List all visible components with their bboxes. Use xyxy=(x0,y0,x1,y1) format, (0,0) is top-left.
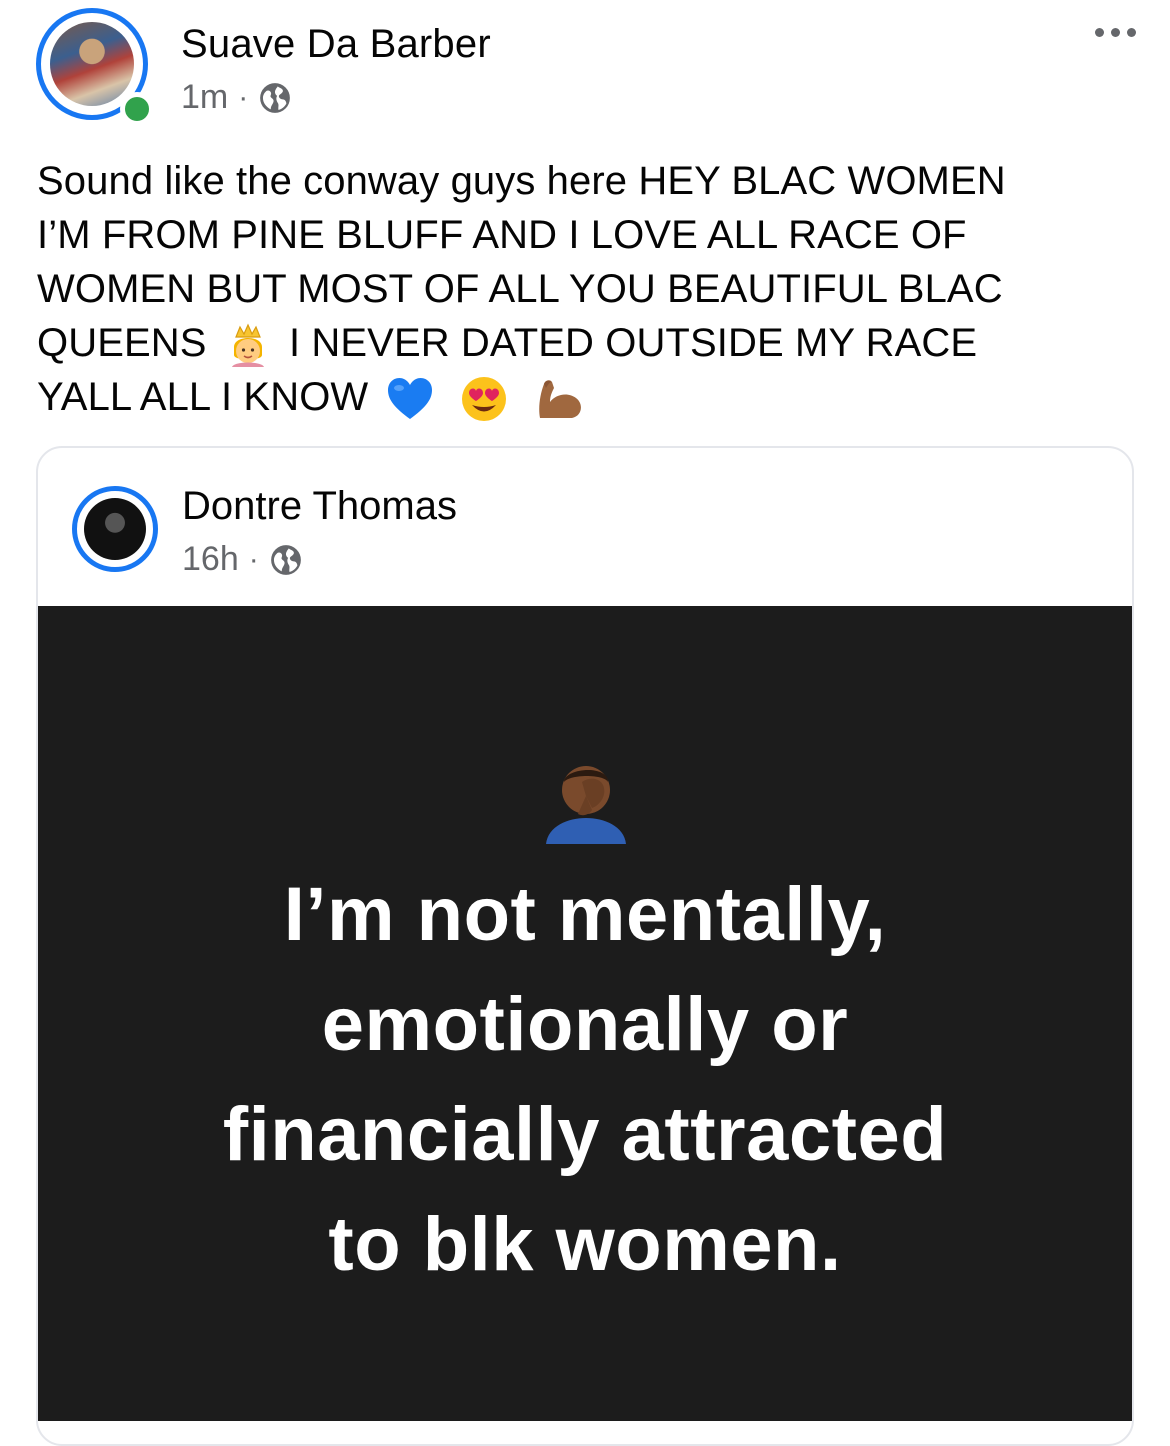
post-text-line: QUEENS I NEVER DATED OUTSIDE MY RACE xyxy=(37,316,1137,370)
quote-text: I’m not mentally, emotionally or financi… xyxy=(38,860,1132,1300)
post-text-line: YALL ALL I KNOW xyxy=(37,370,1137,424)
online-status-dot xyxy=(120,92,154,126)
quote-line: emotionally or xyxy=(321,982,849,1067)
post-text-line: I’M FROM PINE BLUFF AND I LOVE ALL RACE … xyxy=(37,213,967,257)
quote-line: I’m not mentally, xyxy=(283,872,887,957)
quote-line: to blk women. xyxy=(328,1202,842,1287)
avatar-photo xyxy=(50,22,134,106)
flexed-biceps-emoji xyxy=(539,380,581,419)
shared-avatar-photo xyxy=(84,498,146,560)
shared-post-meta: 16h · xyxy=(182,540,303,579)
quote-image[interactable]: I’m not mentally, emotionally or financi… xyxy=(38,606,1132,1421)
facepalm-emoji xyxy=(546,766,626,844)
post-time[interactable]: 1m xyxy=(181,78,228,117)
post-header: Suave Da Barber 1m · xyxy=(36,8,1136,132)
more-options-icon[interactable] xyxy=(1095,28,1136,37)
post-text: Sound like the conway guys here HEY BLAC… xyxy=(37,154,1137,424)
shared-post-header: Dontre Thomas 16h · xyxy=(38,448,1132,608)
blue-heart-emoji xyxy=(388,378,433,420)
globe-icon xyxy=(260,82,291,113)
meta-separator: · xyxy=(248,542,259,576)
shared-author-name[interactable]: Dontre Thomas xyxy=(182,484,457,529)
post-text-line: WOMEN BUT MOST OF ALL YOU BEAUTIFUL BLAC xyxy=(37,267,1003,311)
princess-emoji xyxy=(231,323,264,368)
shared-post-card[interactable]: Dontre Thomas 16h · I’m not mentally, em… xyxy=(36,446,1134,1446)
globe-icon xyxy=(270,544,301,575)
post-text-line: Sound like the conway guys here HEY BLAC… xyxy=(37,159,1006,203)
author-name[interactable]: Suave Da Barber xyxy=(181,22,491,67)
heart-eyes-emoji xyxy=(461,377,506,422)
shared-author-avatar[interactable] xyxy=(72,486,158,572)
meta-separator: · xyxy=(238,80,249,114)
post-meta: 1m · xyxy=(181,78,292,117)
quote-line: financially attracted xyxy=(222,1092,948,1177)
shared-post-time[interactable]: 16h xyxy=(182,540,239,579)
